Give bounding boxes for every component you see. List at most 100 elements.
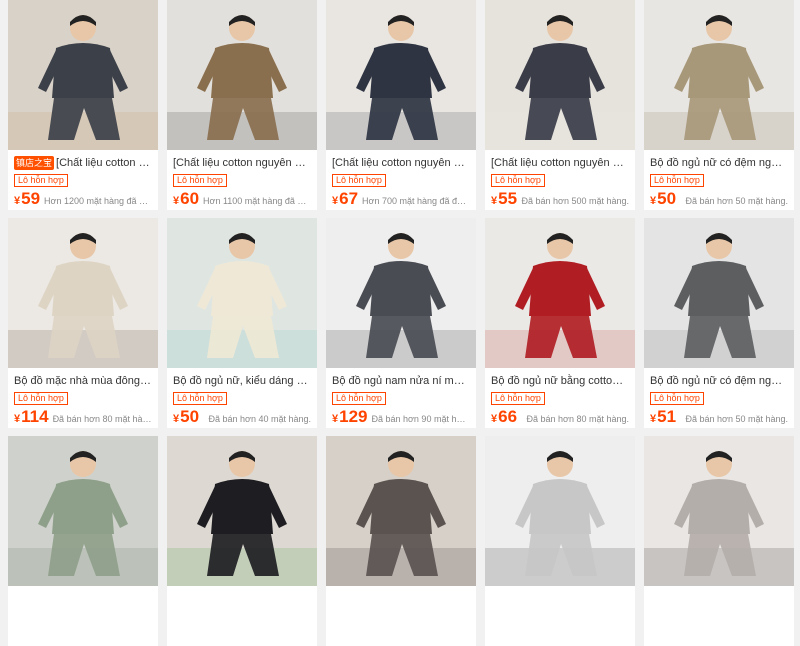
product-title-text: Bộ đồ ngủ nữ, kiểu dáng mới n... (173, 375, 317, 387)
product-image[interactable] (167, 0, 317, 150)
product-card[interactable]: [Chất liệu cotton nguyên chất] ... Lô hỗn… (485, 0, 635, 210)
currency-symbol: ¥ (173, 195, 180, 207)
mixed-batch-tag: Lô hỗn hợp (14, 392, 68, 405)
product-card[interactable]: [Chất liệu cotton nguyên chất] ... Lô hỗn… (326, 0, 476, 210)
price: 114 (21, 407, 49, 426)
product-card[interactable] (485, 436, 635, 646)
currency-symbol: ¥ (14, 413, 21, 425)
mixed-batch-tag: Lô hỗn hợp (650, 392, 704, 405)
mixed-batch-tag: Lô hỗn hợp (173, 174, 227, 187)
mixed-batch-tag: Lô hỗn hợp (14, 174, 68, 187)
price: 129 (339, 407, 368, 426)
product-card[interactable]: Bộ đồ ngủ nữ có đệm ngực, thí... Lô hỗn h… (644, 0, 794, 210)
currency-symbol: ¥ (173, 413, 180, 425)
sold-count: Đã bán hơn 80 mặt hàng. (526, 414, 629, 424)
product-card[interactable]: Bộ đồ ngủ nam nửa ní mới, kiể... Lô hỗn h… (326, 218, 476, 428)
currency-symbol: ¥ (491, 413, 498, 425)
sold-count: Đã bán hơn 50 mặt hàng. (685, 414, 788, 424)
price-row: ¥51 Đã bán hơn 50 mặt hàng. (644, 405, 794, 427)
product-image[interactable] (8, 0, 158, 150)
product-card[interactable]: 镇店之宝[Chất liệu cotton nguy...Lô hỗn hợp¥… (8, 0, 158, 210)
product-image[interactable] (8, 436, 158, 586)
sold-count: Đã bán hơn 90 mặt hàng. (371, 414, 471, 424)
product-title[interactable] (326, 586, 476, 606)
product-image[interactable] (167, 218, 317, 368)
price-row: ¥50 Đã bán hơn 40 mặt hàng. (167, 405, 317, 427)
product-card[interactable] (326, 436, 476, 646)
product-title[interactable] (8, 586, 158, 606)
sold-count: Hơn 1100 mặt hàng đã được bán. (203, 196, 311, 206)
sold-count: Hơn 1200 mặt hàng đã được bán. (44, 196, 152, 206)
product-title[interactable]: [Chất liệu cotton nguyên chất] ... (326, 150, 476, 170)
product-image[interactable] (326, 218, 476, 368)
product-card[interactable]: [Chất liệu cotton nguyên chất] ... Lô hỗn… (167, 0, 317, 210)
product-image[interactable] (8, 218, 158, 368)
price-row: ¥60Hơn 1100 mặt hàng đã được bán. (167, 187, 317, 209)
product-title-text: [Chất liệu cotton nguyên chất] ... (332, 157, 476, 169)
sold-count: Đã bán hơn 500 mặt hàng. (521, 196, 629, 206)
product-title-text: Bộ đồ mặc nhà mùa đông ấm á... (14, 375, 158, 387)
sold-count: Đã bán hơn 40 mặt hàng. (208, 414, 311, 424)
mixed-batch-tag: Lô hỗn hợp (491, 174, 545, 187)
currency-symbol: ¥ (650, 195, 657, 207)
product-card[interactable]: Bộ đồ ngủ nữ có đệm ngực, tay... Lô hỗn h… (644, 218, 794, 428)
currency-symbol: ¥ (491, 195, 498, 207)
product-card[interactable] (8, 436, 158, 646)
product-title[interactable]: [Chất liệu cotton nguyên chất] ... (167, 150, 317, 170)
sold-count: Hơn 700 mặt hàng đã được bán. (362, 196, 470, 206)
product-card[interactable]: Bộ đồ ngủ nữ bằng cotton nguy... Lô hỗn h… (485, 218, 635, 428)
price: 60 (180, 189, 200, 208)
product-title[interactable]: Bộ đồ ngủ nữ có đệm ngực, tay... (644, 368, 794, 388)
price: 59 (21, 189, 41, 208)
mixed-batch-tag: Lô hỗn hợp (332, 392, 386, 405)
store-badge: 镇店之宝 (14, 156, 55, 170)
product-image[interactable] (644, 0, 794, 150)
product-title-text: Bộ đồ ngủ nữ có đệm ngực, thí... (650, 157, 794, 169)
product-title[interactable]: [Chất liệu cotton nguyên chất] ... (485, 150, 635, 170)
product-image[interactable] (644, 218, 794, 368)
product-card[interactable]: Bộ đồ ngủ nữ, kiểu dáng mới n... Lô hỗn h… (167, 218, 317, 428)
product-title[interactable]: Bộ đồ ngủ nam nửa ní mới, kiể... (326, 368, 476, 388)
product-title-text: [Chất liệu cotton nguyên chất] ... (491, 157, 635, 169)
price-row: ¥66 Đã bán hơn 80 mặt hàng. (485, 405, 635, 427)
sold-count: Đã bán hơn 50 mặt hàng. (685, 196, 788, 206)
sold-count: Đã bán hơn 80 mặt hàng. (52, 414, 152, 424)
price-row: ¥59Hơn 1200 mặt hàng đã được bán. (8, 187, 158, 209)
product-title[interactable] (167, 586, 317, 606)
product-image[interactable] (485, 0, 635, 150)
price: 50 (180, 407, 200, 426)
product-image[interactable] (485, 436, 635, 586)
price-row: ¥55 Đã bán hơn 500 mặt hàng. (485, 187, 635, 209)
product-title[interactable]: Bộ đồ ngủ nữ có đệm ngực, thí... (644, 150, 794, 170)
product-title[interactable] (644, 586, 794, 606)
product-card[interactable]: Bộ đồ mặc nhà mùa đông ấm á... Lô hỗn hợp… (8, 218, 158, 428)
product-card[interactable] (167, 436, 317, 646)
price: 50 (657, 189, 677, 208)
product-title[interactable]: Bộ đồ ngủ nữ, kiểu dáng mới n... (167, 368, 317, 388)
price-row: ¥114 Đã bán hơn 80 mặt hàng. (8, 405, 158, 427)
price: 66 (498, 407, 518, 426)
currency-symbol: ¥ (14, 195, 21, 207)
mixed-batch-tag: Lô hỗn hợp (173, 392, 227, 405)
currency-symbol: ¥ (332, 195, 339, 207)
product-title[interactable]: Bộ đồ mặc nhà mùa đông ấm á... (8, 368, 158, 388)
product-title[interactable]: 镇店之宝[Chất liệu cotton nguy... (8, 150, 158, 170)
product-image[interactable] (326, 0, 476, 150)
product-title[interactable]: Bộ đồ ngủ nữ bằng cotton nguy... (485, 368, 635, 388)
price-row: ¥50 Đã bán hơn 50 mặt hàng. (644, 187, 794, 209)
product-image[interactable] (485, 218, 635, 368)
currency-symbol: ¥ (332, 413, 339, 425)
price: 55 (498, 189, 518, 208)
currency-symbol: ¥ (650, 413, 657, 425)
product-card[interactable] (644, 436, 794, 646)
price-row: ¥67Hơn 700 mặt hàng đã được bán. (326, 187, 476, 209)
product-image[interactable] (326, 436, 476, 586)
product-title-text: Bộ đồ ngủ nữ bằng cotton nguy... (491, 375, 635, 387)
product-image[interactable] (644, 436, 794, 586)
price: 51 (657, 407, 677, 426)
product-title-text: [Chất liệu cotton nguyên chất] ... (173, 157, 317, 169)
product-title-text: [Chất liệu cotton nguy... (56, 157, 158, 169)
product-title-text: Bộ đồ ngủ nam nửa ní mới, kiể... (332, 375, 476, 387)
product-image[interactable] (167, 436, 317, 586)
product-title[interactable] (485, 586, 635, 606)
